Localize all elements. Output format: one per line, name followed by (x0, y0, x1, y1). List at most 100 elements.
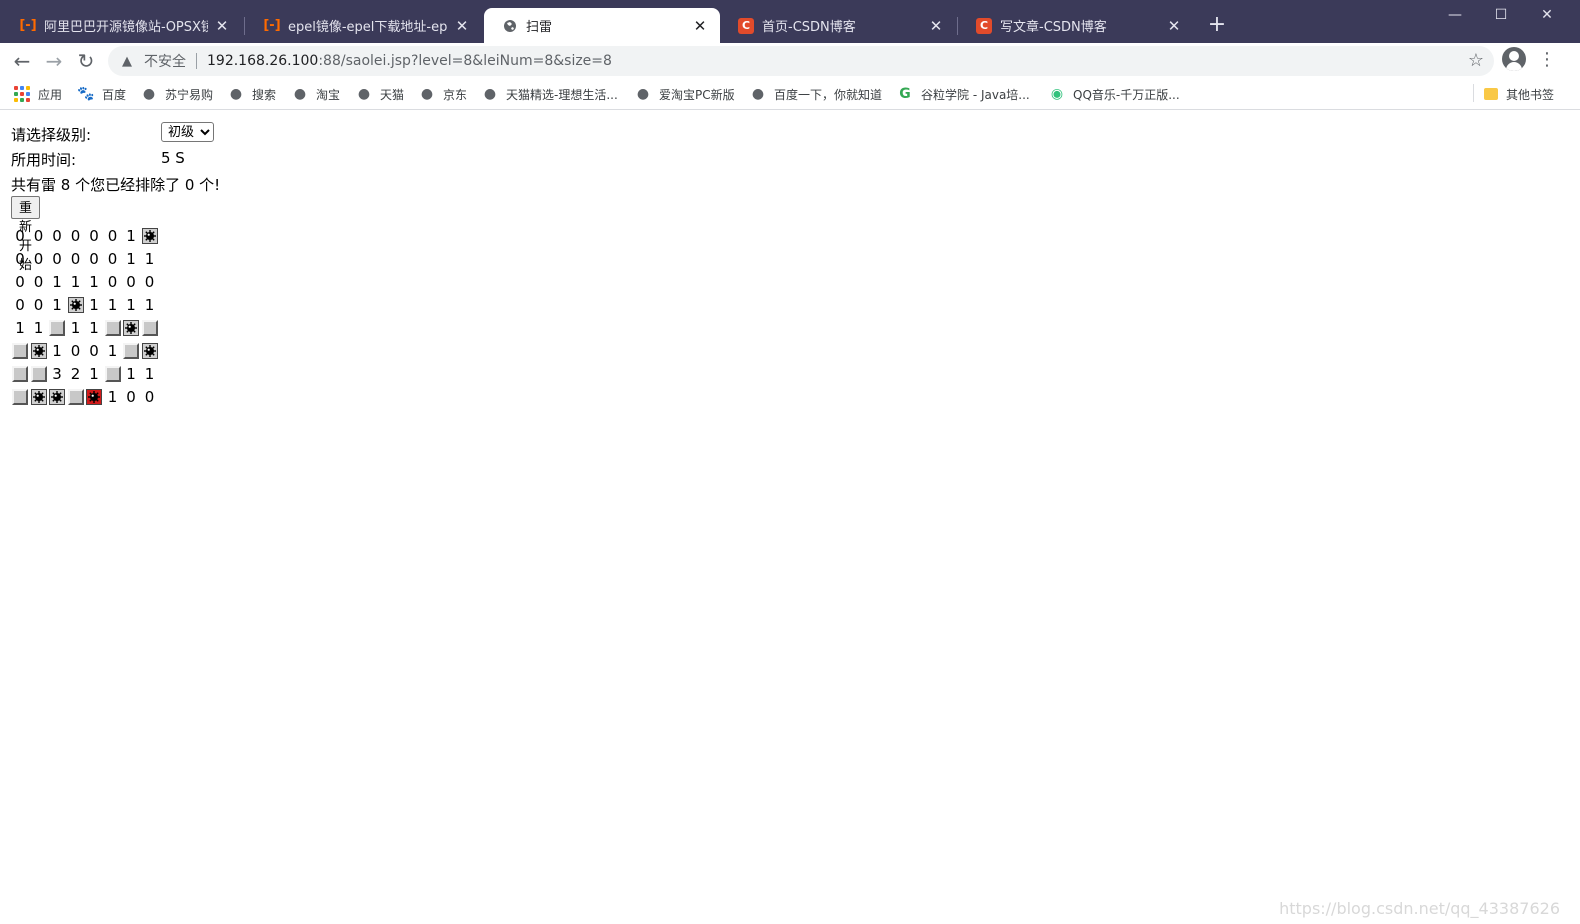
number-cell[interactable]: 0 (85, 341, 103, 361)
url-host[interactable]: 192.168.26.100 (207, 53, 318, 69)
number-cell[interactable]: 0 (11, 249, 29, 269)
number-cell[interactable]: 2 (67, 364, 85, 384)
bookmark-taobao[interactable]: ● 淘宝 (292, 84, 340, 104)
number-cell[interactable]: 0 (30, 272, 48, 292)
hidden-cell[interactable] (30, 366, 47, 382)
number-cell[interactable]: 1 (122, 295, 140, 315)
number-cell[interactable]: 1 (122, 364, 140, 384)
hidden-cell[interactable] (67, 389, 84, 405)
mine-cell[interactable] (67, 297, 84, 313)
level-select[interactable]: 初级 (161, 122, 214, 142)
mine-cell[interactable] (141, 228, 158, 244)
close-icon[interactable]: ✕ (692, 17, 708, 35)
number-cell[interactable]: 0 (141, 272, 159, 292)
forward-button[interactable]: → (40, 47, 68, 75)
number-cell[interactable]: 1 (48, 272, 66, 292)
security-label[interactable]: 不安全 (144, 51, 186, 71)
number-cell[interactable]: 1 (104, 341, 122, 361)
tab-epel-mirror[interactable]: [-] epel镜像-epel下载地址-epel安装 ✕ (246, 8, 482, 43)
restart-button[interactable]: 重新开始 (11, 196, 41, 273)
number-cell[interactable]: 0 (30, 295, 48, 315)
number-cell[interactable]: 0 (11, 272, 29, 292)
number-cell[interactable]: 0 (67, 226, 85, 246)
back-button[interactable]: ← (8, 47, 36, 75)
number-cell[interactable]: 0 (122, 387, 140, 407)
bookmark-qqmusic[interactable]: ◉ QQ音乐-千万正版... (1049, 84, 1180, 104)
number-cell[interactable]: 1 (104, 387, 122, 407)
tab-csdn-home[interactable]: C 首页-CSDN博客 ✕ (720, 8, 956, 43)
number-cell[interactable]: 0 (104, 249, 122, 269)
bookmark-suning[interactable]: ● 苏宁易购 (141, 84, 213, 104)
mine-cell[interactable] (30, 343, 47, 359)
number-cell[interactable]: 0 (67, 341, 85, 361)
bookmark-other-folder[interactable]: 其他书签 (1484, 84, 1554, 104)
number-cell[interactable]: 0 (30, 249, 48, 269)
hidden-cell[interactable] (104, 366, 121, 382)
number-cell[interactable]: 1 (11, 318, 29, 338)
number-cell[interactable]: 1 (67, 318, 85, 338)
number-cell[interactable]: 0 (67, 249, 85, 269)
hidden-cell[interactable] (12, 389, 28, 405)
number-cell[interactable]: 0 (85, 226, 103, 246)
bookmark-guli[interactable]: G 谷粒学院 - Java培... (897, 84, 1030, 104)
hidden-cell[interactable] (123, 343, 139, 359)
tab-aliyun-mirror[interactable]: [-] 阿里巴巴开源镜像站-OPSX镜像站 ✕ (2, 8, 242, 43)
number-cell[interactable]: 1 (85, 364, 103, 384)
number-cell[interactable]: 0 (141, 387, 159, 407)
close-icon[interactable]: ✕ (214, 17, 230, 35)
number-cell[interactable]: 0 (122, 272, 140, 292)
number-cell[interactable]: 3 (48, 364, 66, 384)
number-cell[interactable]: 1 (122, 226, 140, 246)
hidden-cell[interactable] (104, 320, 121, 336)
hidden-cell[interactable] (141, 320, 158, 336)
number-cell[interactable]: 0 (85, 249, 103, 269)
close-icon[interactable]: ✕ (928, 17, 944, 35)
hidden-cell[interactable] (49, 320, 65, 336)
hidden-cell[interactable] (12, 343, 28, 359)
star-icon[interactable]: ☆ (1468, 50, 1484, 71)
bookmark-tmall-select[interactable]: ● 天猫精选-理想生活... (482, 84, 618, 104)
number-cell[interactable]: 0 (104, 226, 122, 246)
number-cell[interactable]: 0 (104, 272, 122, 292)
number-cell[interactable]: 0 (48, 249, 66, 269)
mine-cell[interactable] (141, 343, 158, 359)
profile-avatar-icon[interactable] (1502, 47, 1526, 71)
tab-csdn-write[interactable]: C 写文章-CSDN博客 ✕ (958, 8, 1194, 43)
number-cell[interactable]: 1 (67, 272, 85, 292)
bookmark-apps[interactable]: 应用 (14, 84, 62, 104)
bookmark-baidu[interactable]: 🐾 百度 (77, 84, 126, 104)
number-cell[interactable]: 0 (11, 295, 29, 315)
number-cell[interactable]: 1 (30, 318, 48, 338)
minimize-button[interactable]: — (1432, 0, 1478, 30)
number-cell[interactable]: 1 (85, 318, 103, 338)
maximize-button[interactable]: ☐ (1478, 0, 1524, 30)
bookmark-search[interactable]: ● 搜索 (228, 84, 276, 104)
bookmark-jd[interactable]: ● 京东 (419, 84, 467, 104)
bookmark-tmall[interactable]: ● 天猫 (356, 84, 404, 104)
number-cell[interactable]: 0 (11, 226, 29, 246)
reload-button[interactable]: ↻ (72, 47, 100, 75)
bookmark-aitaobao[interactable]: ● 爱淘宝PC新版 (635, 84, 735, 104)
exploded-mine-cell[interactable] (86, 389, 102, 405)
number-cell[interactable]: 1 (141, 249, 159, 269)
more-menu-icon[interactable]: ⋮ (1538, 47, 1556, 73)
mine-cell[interactable] (49, 389, 65, 405)
number-cell[interactable]: 1 (48, 295, 66, 315)
number-cell[interactable]: 1 (85, 272, 103, 292)
mine-cell[interactable] (30, 389, 47, 405)
number-cell[interactable]: 0 (30, 226, 48, 246)
close-icon[interactable]: ✕ (1166, 17, 1182, 35)
close-icon[interactable]: ✕ (454, 17, 470, 35)
number-cell[interactable]: 1 (85, 295, 103, 315)
url-path[interactable]: :88/saolei.jsp?level=8&leiNum=8&size=8 (318, 53, 612, 69)
number-cell[interactable]: 1 (141, 295, 159, 315)
hidden-cell[interactable] (12, 366, 28, 382)
close-window-button[interactable]: ✕ (1524, 0, 1570, 30)
warning-icon[interactable]: ▲ (118, 54, 136, 69)
bookmark-baidu-home[interactable]: ● 百度一下，你就知道 (750, 84, 882, 104)
mine-cell[interactable] (123, 320, 139, 336)
number-cell[interactable]: 1 (122, 249, 140, 269)
number-cell[interactable]: 1 (104, 295, 122, 315)
number-cell[interactable]: 1 (141, 364, 159, 384)
address-bar[interactable]: ▲ 不安全 192.168.26.100 :88/saolei.jsp?leve… (108, 46, 1494, 76)
